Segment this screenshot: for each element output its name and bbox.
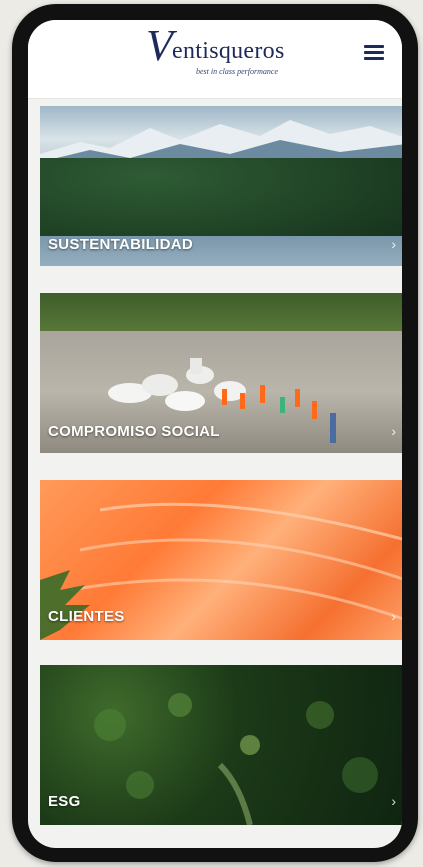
ventisqueros-logo[interactable]: V entisqueros best in class performance xyxy=(146,24,316,86)
canopy-texture-graphic xyxy=(94,693,378,825)
card-label-esg: ESG xyxy=(48,793,81,810)
chevron-right-icon: › xyxy=(391,236,396,252)
forest-canopy-image xyxy=(40,665,402,825)
card-sustentabilidad[interactable]: SUSTENTABILIDAD › xyxy=(40,106,402,266)
top-bar: V entisqueros best in class performance xyxy=(28,20,402,99)
card-label-compromiso-social: COMPROMISO SOCIAL xyxy=(48,423,220,440)
logo-initial: V xyxy=(146,21,173,70)
menu-line xyxy=(364,57,384,60)
menu-line xyxy=(364,51,384,54)
hamburger-menu-icon[interactable] xyxy=(364,42,386,62)
card-clientes[interactable]: CLIENTES › xyxy=(40,480,402,640)
chevron-right-icon: › xyxy=(391,423,396,439)
card-compromiso-social[interactable]: COMPROMISO SOCIAL › xyxy=(40,293,402,453)
card-esg[interactable]: ESG › xyxy=(40,665,402,825)
card-label-sustentabilidad: SUSTENTABILIDAD xyxy=(48,236,194,253)
phone-screen: V entisqueros best in class performance … xyxy=(28,20,402,848)
chevron-right-icon: › xyxy=(391,793,396,809)
chevron-right-icon: › xyxy=(391,608,396,624)
card-label-clientes: CLIENTES xyxy=(48,608,125,625)
logo-tagline: best in class performance xyxy=(196,67,278,76)
menu-line xyxy=(364,45,384,48)
logo-wordmark: entisqueros xyxy=(172,38,285,64)
